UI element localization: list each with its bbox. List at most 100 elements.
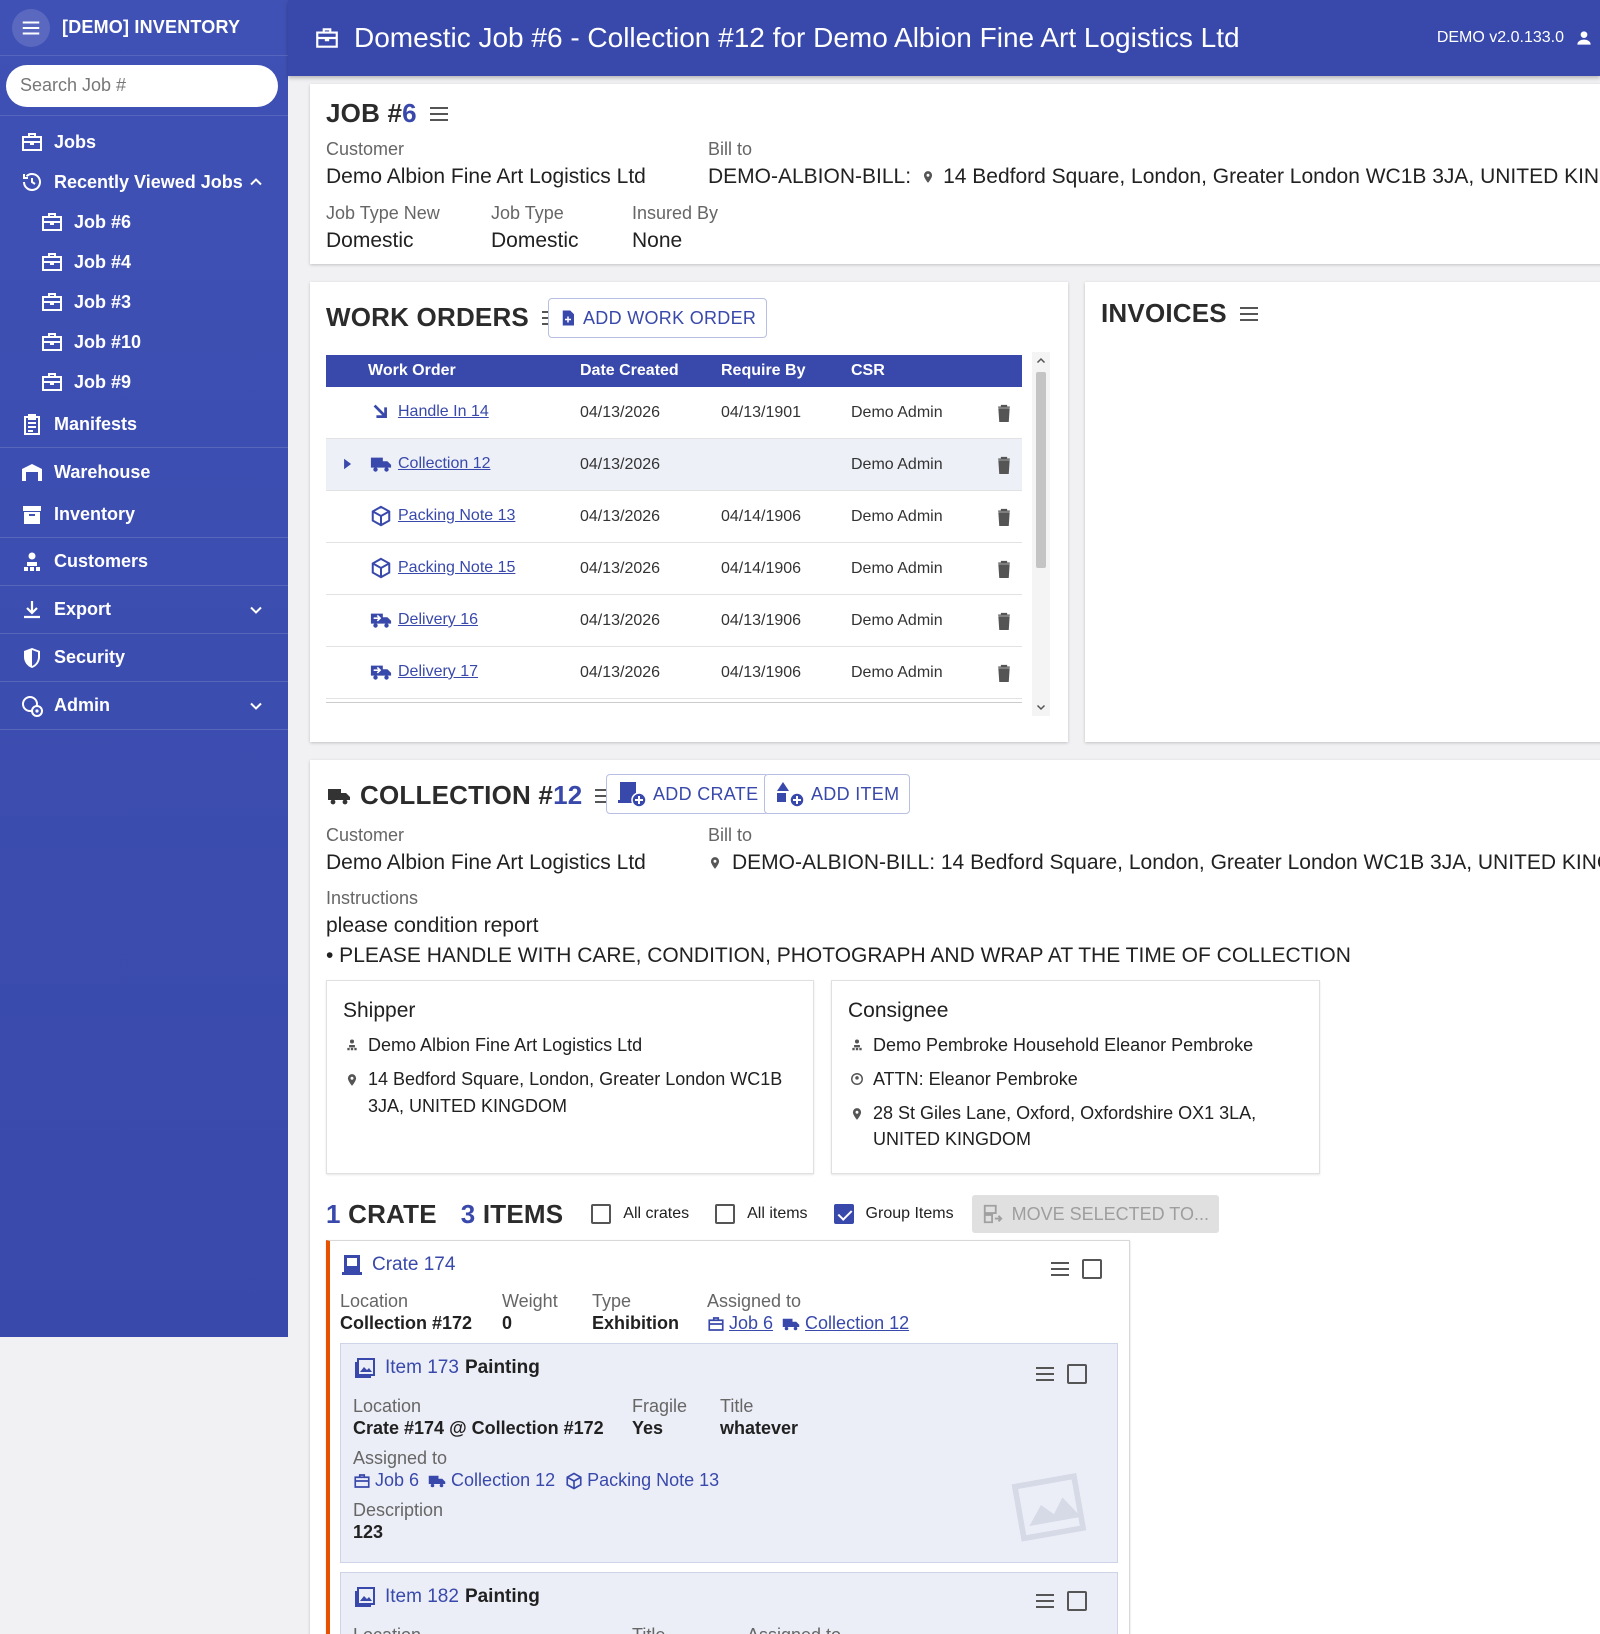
nav-export[interactable]: Export <box>0 586 288 634</box>
table-row[interactable]: Handle In 14 04/13/2026 04/13/1901 Demo … <box>326 387 1022 439</box>
group-items-label: Group Items <box>865 1205 954 1222</box>
location-pin-icon <box>347 1074 357 1086</box>
recent-job-10[interactable]: Job #10 <box>0 322 288 362</box>
crate-icon <box>342 1255 362 1275</box>
trash-icon[interactable] <box>994 402 1014 424</box>
item-collection-link[interactable]: Collection 12 <box>451 1470 555 1491</box>
move-selected-button[interactable]: MOVE SELECTED TO... <box>971 1195 1219 1233</box>
nav-security[interactable]: Security <box>0 634 288 682</box>
work-order-link[interactable]: Handle In 14 <box>398 403 489 421</box>
work-order-link[interactable]: Delivery 17 <box>398 663 478 681</box>
scroll-up-icon[interactable] <box>1035 355 1047 367</box>
nav-admin[interactable]: Admin <box>0 682 288 730</box>
add-work-order-button[interactable]: ADD WORK ORDER <box>548 298 768 338</box>
item-location-label: Location <box>353 1396 422 1416</box>
recent-job-6[interactable]: Job #6 <box>0 202 288 242</box>
table-row[interactable]: Packing Note 13 04/13/2026 04/14/1906 De… <box>326 491 1022 543</box>
require-by-cell: 04/13/1906 <box>721 612 802 629</box>
nav-inventory[interactable]: Inventory <box>0 492 288 538</box>
crate-location-label: Location <box>340 1291 409 1311</box>
invoices-title: INVOICES <box>1101 298 1227 328</box>
crate-collection-link[interactable]: Collection 12 <box>805 1313 909 1334</box>
work-order-link[interactable]: Collection 12 <box>398 455 491 473</box>
briefcase-icon <box>42 253 62 271</box>
trash-icon[interactable] <box>994 454 1014 476</box>
item-checkbox[interactable] <box>1067 1591 1087 1611</box>
recent-job-3[interactable]: Job #3 <box>0 282 288 322</box>
nav-manifests[interactable]: Manifests <box>0 402 288 448</box>
instructions-line-2: • PLEASE HANDLE WITH CARE, CONDITION, PH… <box>326 944 1351 967</box>
trash-icon[interactable] <box>994 662 1014 684</box>
crate-add-icon <box>618 782 647 808</box>
consignee-card: Consignee Demo Pembroke Household Eleano… <box>831 980 1320 1174</box>
crate-title[interactable]: Crate 174 <box>372 1254 455 1276</box>
collection-billto-label: Bill to <box>708 825 753 845</box>
item-menu-icon[interactable] <box>1033 1362 1057 1386</box>
nav-jobs[interactable]: Jobs <box>0 122 288 162</box>
work-order-link[interactable]: Packing Note 15 <box>398 559 515 577</box>
work-order-link[interactable]: Packing Note 13 <box>398 507 515 525</box>
all-items-checkbox[interactable] <box>715 1204 736 1224</box>
move-icon <box>983 1204 1003 1224</box>
table-row[interactable]: Packing Note 15 04/13/2026 04/14/1906 De… <box>326 543 1022 595</box>
crate-count: 1 CRATE <box>326 1198 437 1229</box>
add-item-button[interactable]: ADD ITEM <box>764 774 911 814</box>
crate-checkbox[interactable] <box>1082 1259 1102 1279</box>
nav-warehouse-label: Warehouse <box>54 461 151 482</box>
briefcase-icon <box>708 1316 724 1331</box>
item-job-link[interactable]: Job 6 <box>375 1470 419 1491</box>
scrollbar-thumb[interactable] <box>1036 372 1046 568</box>
nav-warehouse[interactable]: Warehouse <box>0 452 288 492</box>
group-items-checkbox[interactable] <box>833 1204 854 1224</box>
date-created-cell: 04/13/2026 <box>580 664 661 681</box>
work-order-link[interactable]: Delivery 16 <box>398 611 478 629</box>
table-row[interactable]: Delivery 16 04/13/2026 04/13/1906 Demo A… <box>326 595 1022 647</box>
crate-menu-icon[interactable] <box>1048 1257 1072 1281</box>
menu-toggle-button[interactable] <box>12 8 50 47</box>
crate-job-link[interactable]: Job 6 <box>729 1313 773 1334</box>
col-csr[interactable]: CSR <box>851 362 885 380</box>
trash-icon[interactable] <box>994 610 1014 632</box>
expand-caret-icon[interactable] <box>340 457 354 471</box>
item-checkbox[interactable] <box>1067 1364 1087 1384</box>
search-job-input[interactable] <box>6 64 278 107</box>
painting-icon <box>355 1358 375 1378</box>
item-assigned-label: Assigned to <box>353 1448 448 1468</box>
chevron-down-icon[interactable] <box>246 600 266 620</box>
chevron-up-icon[interactable] <box>246 172 266 192</box>
user-icon[interactable] <box>1574 28 1594 48</box>
recent-job-9[interactable]: Job #9 <box>0 362 288 402</box>
scroll-down-icon[interactable] <box>1035 701 1047 713</box>
invoices-menu-icon[interactable] <box>1237 302 1261 326</box>
page-title: Domestic Job #6 - Collection #12 for Dem… <box>354 22 1240 53</box>
table-row[interactable]: Delivery 17 04/13/2026 04/13/1906 Demo A… <box>326 647 1022 699</box>
col-date-created[interactable]: Date Created <box>580 362 679 380</box>
all-crates-label: All crates <box>623 1205 690 1222</box>
truck-icon <box>328 788 350 804</box>
all-crates-checkbox[interactable] <box>591 1204 612 1224</box>
inventory-box-icon <box>23 505 41 524</box>
work-orders-scrollbar[interactable] <box>1032 352 1050 716</box>
jobtypenew-value: Domestic <box>326 229 414 252</box>
trash-icon[interactable] <box>994 558 1014 580</box>
consignee-name: Demo Pembroke Household Eleanor Pembroke <box>873 1035 1254 1055</box>
table-row[interactable]: Collection 12 04/13/2026 Demo Admin <box>326 439 1022 491</box>
item-fragile-label: Fragile <box>632 1396 688 1416</box>
col-require-by[interactable]: Require By <box>721 362 805 380</box>
recent-job-4[interactable]: Job #4 <box>0 242 288 282</box>
download-icon <box>24 600 40 618</box>
item-menu-icon[interactable] <box>1033 1589 1057 1613</box>
job-menu-icon[interactable] <box>427 102 451 126</box>
nav-customers[interactable]: Customers <box>0 538 288 586</box>
item-packing-link[interactable]: Packing Note 13 <box>587 1470 719 1491</box>
warehouse-icon <box>22 464 42 481</box>
col-work-order[interactable]: Work Order <box>368 362 456 380</box>
invoices-card: INVOICES <box>1085 282 1600 742</box>
item-id[interactable]: Item 182 <box>385 1586 459 1608</box>
add-crate-button[interactable]: ADD CRATE <box>606 774 770 814</box>
version-label: DEMO v2.0.133.0 <box>1436 29 1564 46</box>
chevron-down-icon[interactable] <box>246 696 266 716</box>
item-id[interactable]: Item 173 <box>385 1357 459 1379</box>
nav-recent-jobs[interactable]: Recently Viewed Jobs <box>0 162 288 202</box>
trash-icon[interactable] <box>994 506 1014 528</box>
